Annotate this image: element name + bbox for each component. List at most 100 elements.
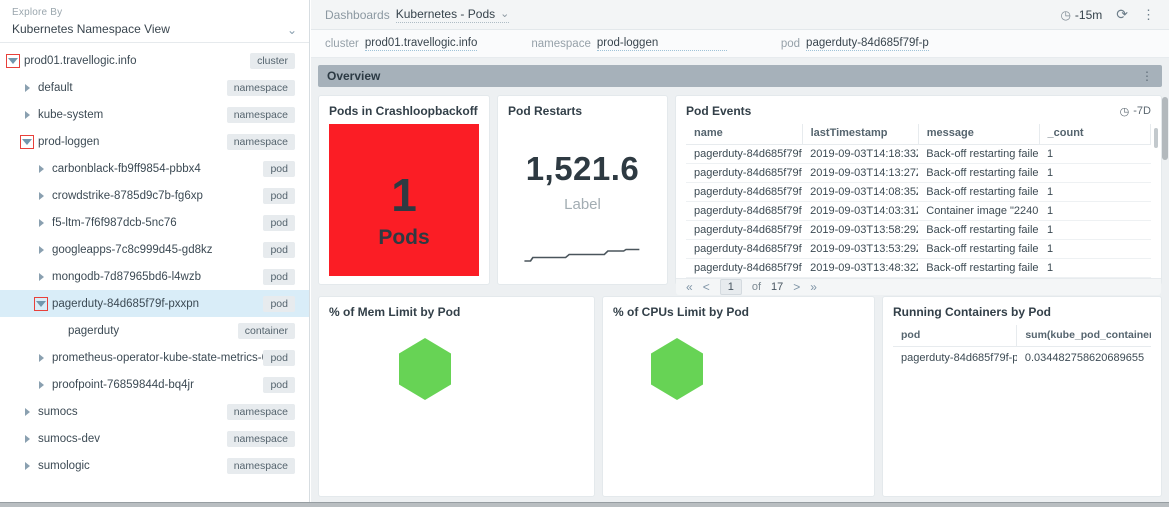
next-page-button[interactable]: > [793,280,800,294]
expand-arrow-icon[interactable] [34,243,48,257]
tree-item-label: pagerduty [68,325,238,337]
column-header-sum[interactable]: sum(kube_pod_container_statu… [1017,325,1151,347]
filter-namespace-value[interactable]: prod-loggen [597,37,727,51]
chevron-down-icon[interactable]: ⌄ [287,26,297,34]
tree-item-pod[interactable]: mongodb-7d87965bd6-l4wzb pod [0,263,309,290]
tree-item-pod[interactable]: googleapps-7c8c999d45-gd8kz pod [0,236,309,263]
table-row[interactable]: pagerduty-84d685f79f-px... 2019-09-03T14… [686,164,1151,183]
column-header-lasttimestamp[interactable]: lastTimestamp [802,124,918,145]
tree-item-namespace[interactable]: sumologic namespace [0,452,309,479]
green-hexagon-icon[interactable] [399,338,451,400]
panel-title: Pods in Crashloopbackoff [329,104,479,118]
namespace-view-selector[interactable]: Kubernetes Namespace View [12,22,297,36]
table-row[interactable]: pagerduty-84d685f79f-px... 2019-09-03T14… [686,145,1151,164]
cpu-hexagon-chart [651,338,864,405]
filter-pod: pod pagerduty-84d685f79f-p [781,37,929,51]
expand-arrow-icon[interactable] [20,459,34,473]
column-header-name[interactable]: name [686,124,802,145]
column-header-count[interactable]: _count [1039,124,1150,145]
tree-item-label: carbonblack-fb9ff9854-pbbx4 [52,163,263,175]
tree-item-namespace[interactable]: sumocs-dev namespace [0,425,309,452]
mem-limit-panel: % of Mem Limit by Pod [318,296,595,497]
table-row[interactable]: pagerduty-84d685f79f-pxxpn 0.03448275862… [893,347,1151,370]
table-row[interactable]: pagerduty-84d685f79f-px... 2019-09-03T13… [686,221,1151,240]
cell-message: Back-off restarting failed ... [918,221,1039,240]
expand-arrow-icon[interactable] [34,378,48,392]
pod-events-table: name lastTimestamp message _count pagerd… [686,124,1151,278]
cell-message: Back-off restarting failed ... [918,259,1039,278]
tree-item-pod[interactable]: f5-ltm-7f6f987dcb-5nc76 pod [0,209,309,236]
tree-item-namespace[interactable]: prod-loggen namespace [0,128,309,155]
expand-arrow-icon[interactable] [20,108,34,122]
tree-item-cluster[interactable]: prod01.travellogic.info cluster [0,47,309,74]
time-range-control[interactable]: ◷ -15m [1060,8,1102,22]
table-row[interactable]: pagerduty-84d685f79f-px... 2019-09-03T13… [686,240,1151,259]
current-page-input[interactable]: 1 [720,279,742,295]
tree-item-label: sumologic [38,460,227,472]
filter-pod-value[interactable]: pagerduty-84d685f79f-p [806,37,929,51]
crashloop-chart[interactable]: 1 Pods [329,124,479,276]
tree-item-pod[interactable]: carbonblack-fb9ff9854-pbbx4 pod [0,155,309,182]
window-vertical-scrollbar[interactable] [1162,97,1168,160]
expand-arrow-icon[interactable] [20,432,34,446]
tree-item-namespace[interactable]: kube-system namespace [0,101,309,128]
table-row[interactable]: pagerduty-84d685f79f-px... 2019-09-03T14… [686,183,1151,202]
panel-time-range[interactable]: ◷ -7D [1120,105,1151,118]
tree-item-pod[interactable]: prometheus-operator-kube-state-metrics-6… [0,344,309,371]
collapse-arrow-icon[interactable] [20,135,34,149]
green-hexagon-icon[interactable] [651,338,703,400]
cell-timestamp: 2019-09-03T14:18:33Z [802,145,918,164]
pod-restarts-label: Label [508,196,657,213]
pods-in-crashloopbackoff-panel: Pods in Crashloopbackoff 1 Pods [318,95,490,285]
prev-page-button[interactable]: < [703,280,710,294]
tree-item-label: proofpoint-76859844d-bq4jr [52,379,263,391]
cell-count: 1 [1039,183,1150,202]
panel-title: Running Containers by Pod [893,305,1151,319]
pod-restarts-sparkline [508,244,657,266]
type-badge: cluster [250,53,295,69]
cell-name: pagerduty-84d685f79f-px... [686,240,802,259]
type-badge: pod [263,161,295,177]
table-scrollbar[interactable] [1154,128,1158,148]
cell-pod: pagerduty-84d685f79f-pxxpn [893,347,1017,370]
expand-arrow-icon[interactable] [34,216,48,230]
overview-header[interactable]: Overview ⋮ [318,65,1162,87]
collapse-arrow-icon[interactable] [6,54,20,68]
expand-arrow-icon[interactable] [34,162,48,176]
cell-timestamp: 2019-09-03T14:08:35Z [802,183,918,202]
tree-item-label: mongodb-7d87965bd6-l4wzb [52,271,263,283]
kebab-menu-icon[interactable]: ⋮ [1141,69,1153,83]
expand-arrow-icon[interactable] [34,189,48,203]
column-header-pod[interactable]: pod [893,325,1017,347]
cell-count: 1 [1039,221,1150,240]
expand-arrow-icon[interactable] [34,351,48,365]
column-header-message[interactable]: message [918,124,1039,145]
tree-item-pod-selected[interactable]: pagerduty-84d685f79f-pxxpn pod [0,290,309,317]
breadcrumb-dashboards[interactable]: Dashboards [325,8,390,22]
window-horizontal-scrollbar[interactable] [0,502,1169,507]
last-page-button[interactable]: » [810,280,817,294]
tree-item-pod[interactable]: crowdstrike-8785d9c7b-fg6xp pod [0,182,309,209]
tree-item-namespace[interactable]: default namespace [0,74,309,101]
namespace-tree: prod01.travellogic.info cluster default … [0,43,309,479]
expand-arrow-icon[interactable] [34,270,48,284]
type-badge: namespace [227,458,295,474]
filter-cluster-value[interactable]: prod01.travellogic.info [365,37,478,51]
explore-sidebar: Explore By Kubernetes Namespace View ⌄ p… [0,0,310,503]
tree-item-label: googleapps-7c8c999d45-gd8kz [52,244,263,256]
cell-message: Back-off restarting failed ... [918,183,1039,202]
expand-arrow-icon[interactable] [20,81,34,95]
first-page-button[interactable]: « [686,280,693,294]
cell-timestamp: 2019-09-03T13:48:32Z [802,259,918,278]
expand-arrow-icon[interactable] [20,405,34,419]
dashboard-title-dropdown[interactable]: Kubernetes - Pods ⌄ [396,7,510,23]
dashboard-main: Dashboards Kubernetes - Pods ⌄ ◷ -15m ⟳ … [311,0,1169,503]
collapse-arrow-icon[interactable] [34,297,48,311]
kebab-menu-icon[interactable]: ⋮ [1142,7,1155,23]
tree-item-container[interactable]: pagerduty container [0,317,309,344]
tree-item-pod[interactable]: proofpoint-76859844d-bq4jr pod [0,371,309,398]
refresh-icon[interactable]: ⟳ [1116,6,1128,23]
table-row[interactable]: pagerduty-84d685f79f-px... 2019-09-03T13… [686,259,1151,278]
table-row[interactable]: pagerduty-84d685f79f-px... 2019-09-03T14… [686,202,1151,221]
tree-item-namespace[interactable]: sumocs namespace [0,398,309,425]
